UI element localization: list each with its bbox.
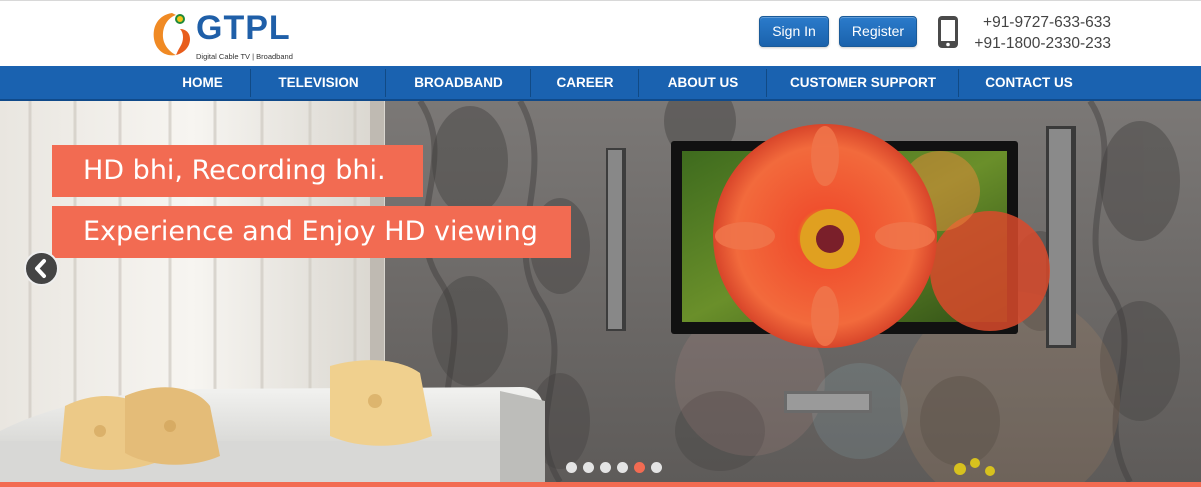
register-button[interactable]: Register: [839, 16, 917, 47]
slider-dot-4[interactable]: [617, 462, 628, 473]
nav-item-broadband[interactable]: BROADBAND: [387, 66, 530, 99]
logo-mark-icon: [153, 13, 190, 56]
contact-phones: +91-9727-633-633 +91-1800-2330-233: [966, 12, 1111, 54]
slider-dot-3[interactable]: [600, 462, 611, 473]
nav-item-about-us[interactable]: ABOUT US: [640, 66, 766, 99]
gtpl-logo[interactable]: GTPL Digital Cable TV | Broadband: [150, 7, 310, 61]
slider-prev-button[interactable]: [24, 251, 59, 286]
main-navigation: HOME TELEVISION BROADBAND CAREER ABOUT U…: [0, 66, 1201, 101]
nav-divider: [638, 69, 639, 97]
chevron-left-icon: [35, 259, 46, 278]
slider-dot-2[interactable]: [583, 462, 594, 473]
slide-caption-headline: HD bhi, Recording bhi.: [52, 145, 423, 197]
nav-divider: [385, 69, 386, 97]
nav-item-customer-support[interactable]: CUSTOMER SUPPORT: [768, 66, 958, 99]
accent-divider: [0, 482, 1201, 487]
phone-number-mobile: +91-9727-633-633: [983, 14, 1111, 31]
site-header: GTPL Digital Cable TV | Broadband Sign I…: [0, 0, 1201, 66]
slider-dot-5-active[interactable]: [634, 462, 645, 473]
nav-item-contact-us[interactable]: CONTACT US: [960, 66, 1098, 99]
phone-number-tollfree: +91-1800-2330-233: [974, 35, 1111, 52]
nav-divider: [530, 69, 531, 97]
nav-item-home[interactable]: HOME: [155, 66, 250, 99]
nav-divider: [958, 69, 959, 97]
nav-divider: [766, 69, 767, 97]
logo-tagline: Digital Cable TV | Broadband: [196, 52, 293, 61]
slider-dot-6[interactable]: [651, 462, 662, 473]
hero-slider: HD bhi, Recording bhi. Experience and En…: [0, 101, 1201, 482]
nav-item-television[interactable]: TELEVISION: [252, 66, 385, 99]
nav-divider: [250, 69, 251, 97]
nav-item-career[interactable]: CAREER: [532, 66, 638, 99]
slide-caption-subline: Experience and Enjoy HD viewing: [52, 206, 571, 258]
logo-wordmark: GTPL: [196, 9, 291, 47]
sign-in-button[interactable]: Sign In: [759, 16, 829, 47]
mobile-phone-icon: [938, 16, 958, 48]
slider-dot-1[interactable]: [566, 462, 577, 473]
